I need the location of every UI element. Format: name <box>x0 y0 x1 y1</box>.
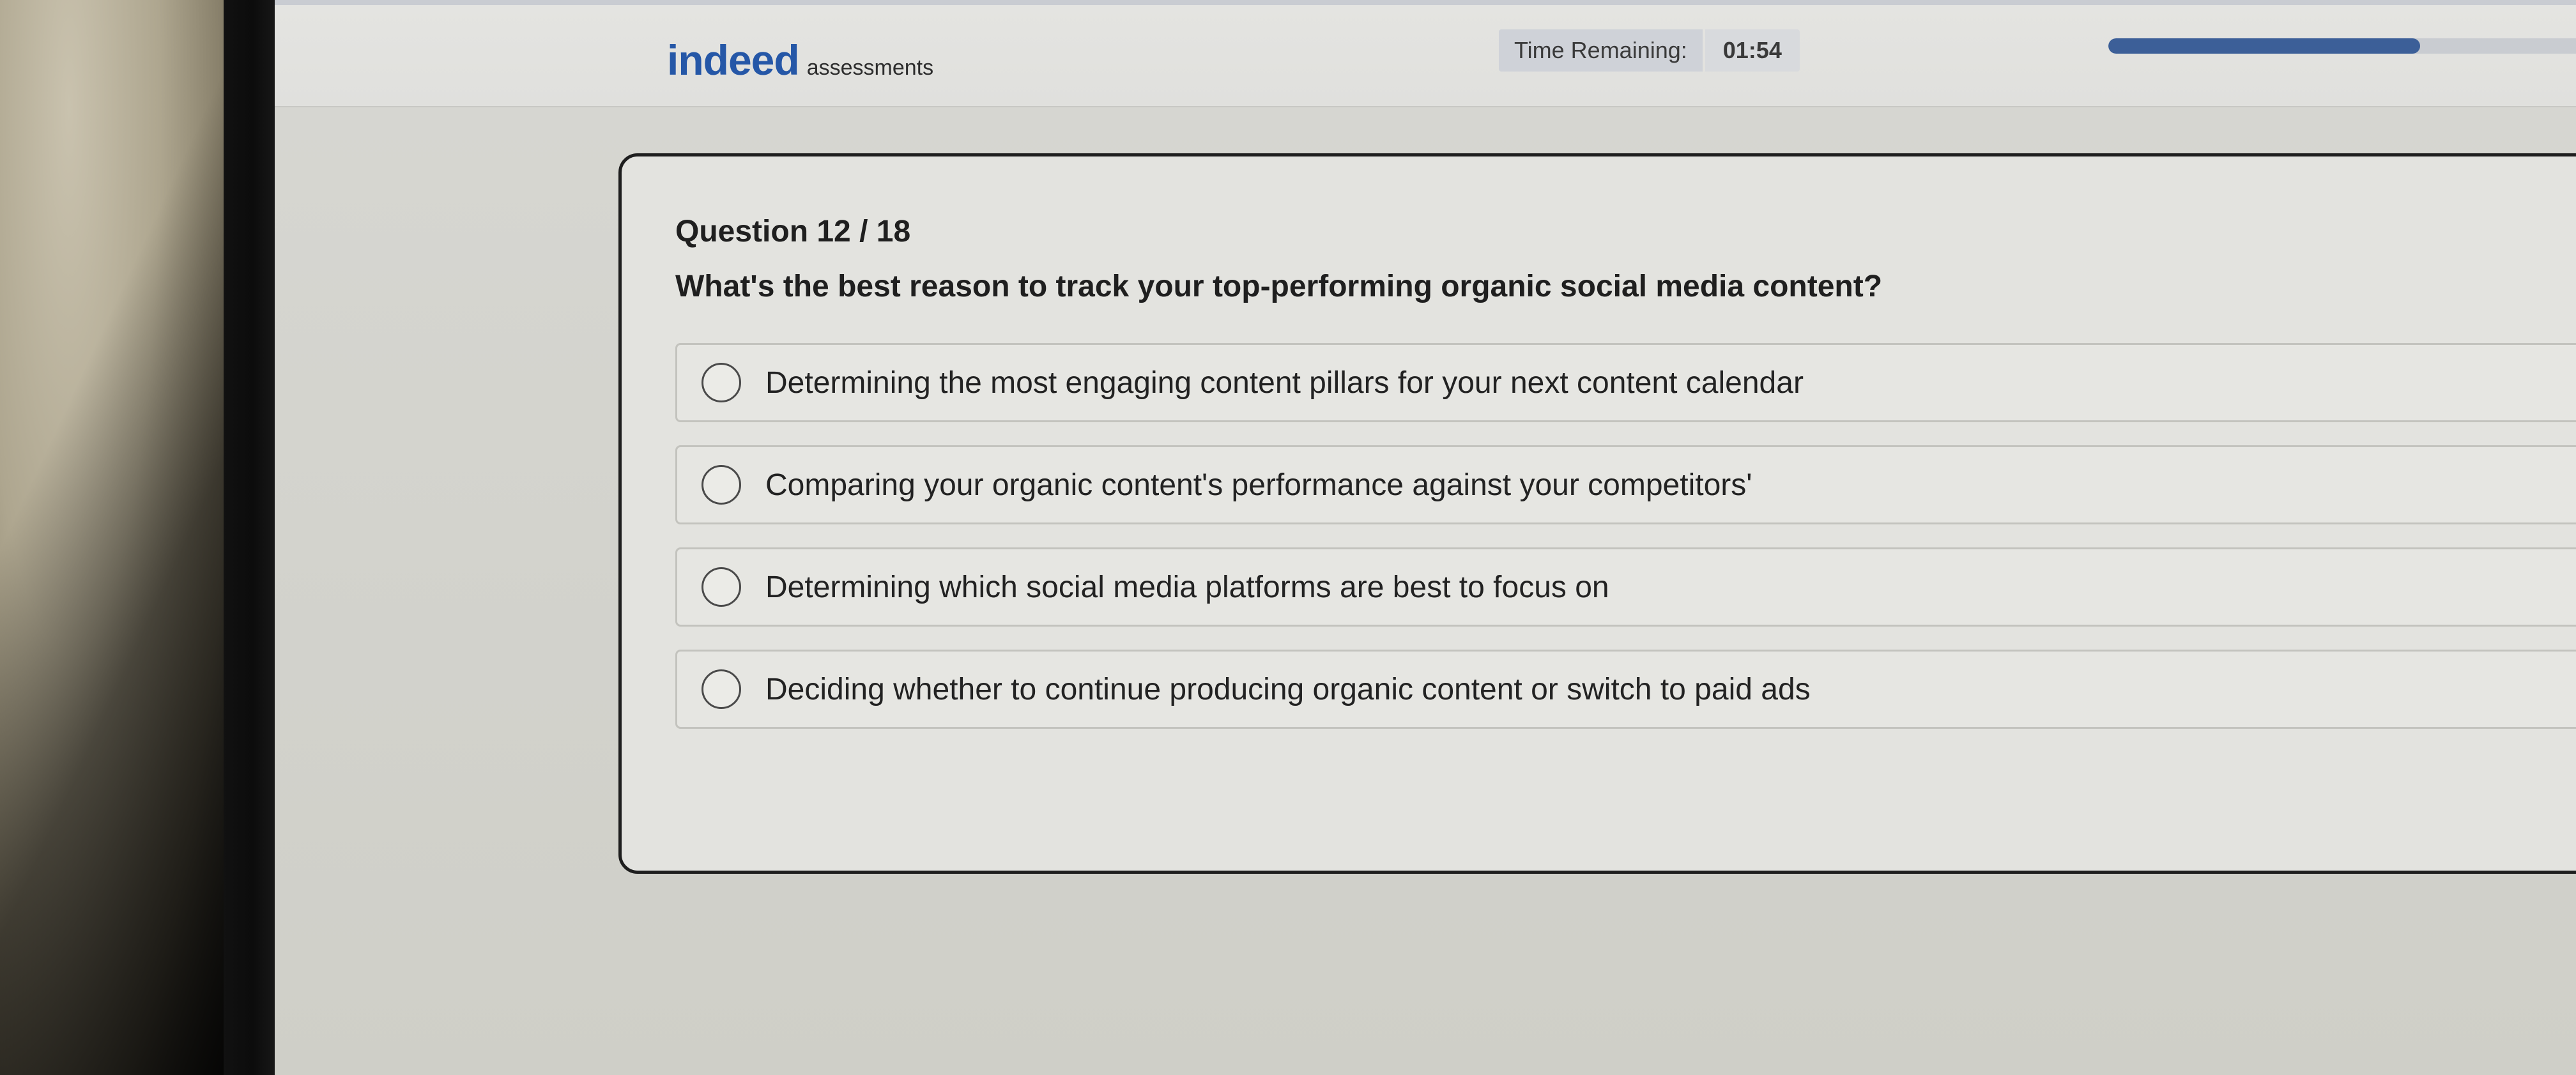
assessment-screen: indeed assessments Time Remaining: 01:54… <box>275 0 2576 1075</box>
time-remaining-value: 01:54 <box>1705 29 1800 72</box>
assessment-header: indeed assessments Time Remaining: 01:54 <box>275 5 2576 107</box>
progress-bar <box>2108 38 2576 54</box>
question-text: What's the best reason to track your top… <box>675 270 1883 303</box>
indeed-logo: indeed assessments <box>667 36 933 93</box>
progress-bar-fill <box>2108 38 2421 54</box>
browser-top-edge <box>275 0 2576 5</box>
time-remaining: Time Remaining: 01:54 <box>1499 29 1800 72</box>
answer-option-label: Determining the most engaging content pi… <box>765 365 1804 400</box>
logo-subtitle: assessments <box>806 56 934 80</box>
answer-option-label: Comparing your organic content's perform… <box>765 468 1752 502</box>
answer-option-1[interactable]: Determining the most engaging content pi… <box>675 343 2576 422</box>
answer-option-label: Deciding whether to continue producing o… <box>765 672 1811 706</box>
radio-button-icon[interactable] <box>702 363 741 402</box>
answer-options: Determining the most engaging content pi… <box>675 343 2576 752</box>
answer-option-label: Determining which social media platforms… <box>765 570 1609 604</box>
radio-button-icon[interactable] <box>702 567 741 607</box>
answer-option-4[interactable]: Deciding whether to continue producing o… <box>675 650 2576 729</box>
answer-option-2[interactable]: Comparing your organic content's perform… <box>675 445 2576 524</box>
logo-wordmark: indeed <box>667 36 800 84</box>
background-shadow <box>0 0 230 1075</box>
radio-button-icon[interactable] <box>702 465 741 505</box>
question-number: Question 12 / 18 <box>675 215 911 248</box>
time-remaining-label: Time Remaining: <box>1499 29 1703 72</box>
answer-option-3[interactable]: Determining which social media platforms… <box>675 547 2576 627</box>
question-card: Question 12 / 18 What's the best reason … <box>618 153 2576 874</box>
monitor-bezel <box>224 0 282 1075</box>
radio-button-icon[interactable] <box>702 669 741 709</box>
